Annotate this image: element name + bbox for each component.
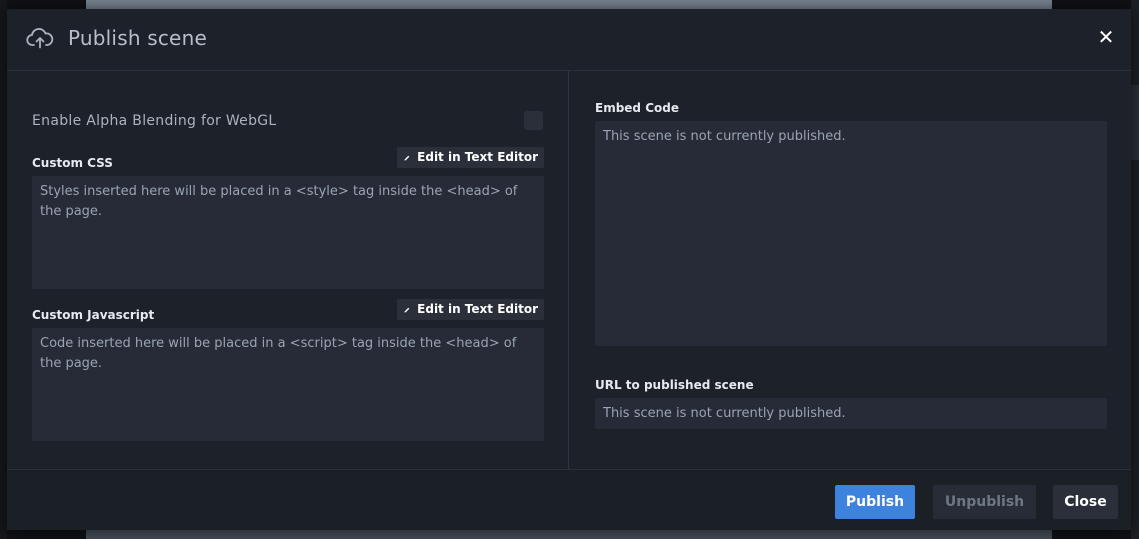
scene-settings-panel: Enable Alpha Blending for WebGL Custom C… [7,71,569,469]
background-right-block [1131,85,1139,160]
pencil-icon [404,307,410,313]
published-url-label: URL to published scene [595,378,754,392]
published-url-field[interactable]: This scene is not currently published. [595,398,1107,429]
pencil-icon [404,155,410,161]
css-edit-in-text-editor-button[interactable]: Edit in Text Editor [397,147,544,168]
embed-code-field[interactable]: This scene is not currently published. [595,121,1107,346]
custom-css-textarea[interactable] [32,176,544,289]
close-button[interactable]: Close [1053,485,1118,519]
background-canvas-bottom [86,529,1052,539]
css-edit-button-label: Edit in Text Editor [417,150,538,164]
custom-javascript-label: Custom Javascript [32,308,155,322]
alpha-blending-label: Enable Alpha Blending for WebGL [32,113,277,129]
alpha-blending-checkbox[interactable] [524,111,543,130]
close-icon[interactable]: ✕ [1095,26,1117,48]
dialog-title: Publish scene [68,26,207,50]
custom-javascript-textarea[interactable] [32,328,544,441]
publish-info-panel: Embed Code This scene is not currently p… [570,71,1131,469]
publish-scene-dialog: Publish scene ✕ Enable Alpha Blending fo… [7,9,1131,530]
custom-css-label: Custom CSS [32,156,113,170]
embed-code-label: Embed Code [595,101,679,115]
js-edit-in-text-editor-button[interactable]: Edit in Text Editor [397,299,544,320]
dialog-footer: Publish Unpublish Close [7,469,1131,530]
cloud-upload-icon [26,28,54,50]
js-edit-button-label: Edit in Text Editor [417,302,538,316]
publish-button[interactable]: Publish [835,485,915,519]
background-right-panel [1131,0,1139,539]
background-left-panel [0,0,7,539]
dialog-header: Publish scene ✕ [7,9,1131,71]
unpublish-button[interactable]: Unpublish [933,485,1036,519]
